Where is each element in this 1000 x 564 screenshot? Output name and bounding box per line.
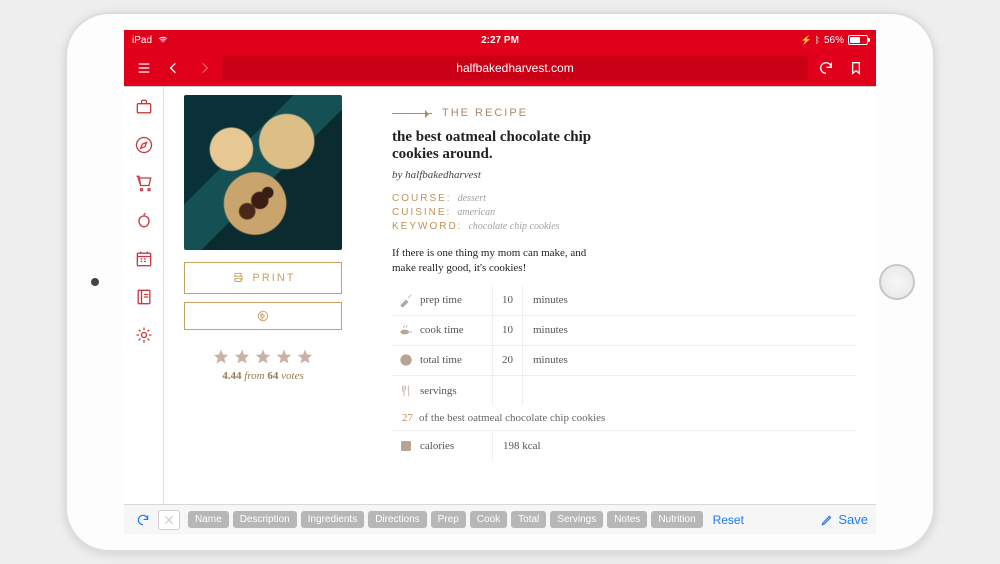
time-table: prep time 10 minutes cook time 10 minute… — [392, 286, 856, 406]
device-label: iPad — [132, 35, 152, 46]
wifi-icon — [157, 35, 169, 45]
sidebar — [124, 87, 164, 504]
pinterest-button[interactable] — [184, 302, 342, 330]
reload-button[interactable] — [814, 56, 838, 80]
back-button[interactable] — [162, 56, 186, 80]
print-button[interactable]: PRINT — [184, 262, 342, 294]
content-area: PRINT 4.44 from 64 — [124, 86, 876, 504]
pinterest-icon — [256, 309, 270, 323]
bluetooth-icon: ⚡ ᛒ — [801, 35, 820, 46]
row-prep: prep time 10 minutes — [392, 286, 856, 316]
star-icon — [275, 348, 293, 366]
pencil-icon — [820, 513, 834, 527]
rating-text: 4.44 from 64 votes — [184, 370, 342, 382]
recipe-title: the best oatmeal chocolate chip cookies … — [392, 129, 602, 163]
arrow-icon — [392, 113, 432, 114]
meta-keyword: KEYWORD:chocolate chip cookies — [392, 221, 856, 232]
menu-button[interactable] — [132, 56, 156, 80]
section-label: THE RECIPE — [442, 107, 528, 119]
home-button[interactable] — [879, 264, 915, 300]
recipe-right-column: THE RECIPE the best oatmeal chocolate ch… — [392, 95, 856, 504]
chip-cook[interactable]: Cook — [470, 511, 507, 528]
forward-button[interactable] — [192, 56, 216, 80]
meta-course: COURSE:dessert — [392, 193, 856, 204]
gear-icon[interactable] — [134, 325, 154, 345]
print-label: PRINT — [253, 272, 296, 284]
recipe-byline: by halfbakedharvest — [392, 169, 856, 181]
cart-icon[interactable] — [134, 173, 154, 193]
briefcase-icon[interactable] — [134, 97, 154, 117]
chip-notes[interactable]: Notes — [607, 511, 647, 528]
section-heading: THE RECIPE — [392, 107, 856, 119]
printer-icon — [231, 271, 245, 285]
status-bar: iPad 2:27 PM ⚡ ᛒ 56% — [124, 30, 876, 50]
screen: iPad 2:27 PM ⚡ ᛒ 56% halfbakedharvest.co… — [124, 30, 876, 534]
save-button[interactable]: Save — [820, 512, 868, 527]
pan-icon — [398, 322, 414, 338]
chip-servings[interactable]: Servings — [550, 511, 603, 528]
knife-icon — [398, 292, 414, 308]
row-total: total time 20 minutes — [392, 346, 856, 376]
star-icon — [296, 348, 314, 366]
plus-box-icon — [398, 438, 414, 454]
star-icon — [212, 348, 230, 366]
cutlery-icon — [398, 383, 414, 399]
url-text: halfbakedharvest.com — [456, 61, 573, 75]
recipe-image — [184, 95, 342, 250]
chip-nutrition[interactable]: Nutrition — [651, 511, 702, 528]
recipe-description: If there is one thing my mom can make, a… — [392, 246, 602, 276]
recipe-left-column: PRINT 4.44 from 64 — [184, 95, 342, 504]
crop-button[interactable] — [158, 510, 180, 530]
chip-name[interactable]: Name — [188, 511, 229, 528]
chip-directions[interactable]: Directions — [368, 511, 426, 528]
star-icon — [233, 348, 251, 366]
chip-ingredients[interactable]: Ingredients — [301, 511, 364, 528]
field-toolbar: Name Description Ingredients Directions … — [124, 504, 876, 534]
refresh-button[interactable] — [132, 513, 154, 527]
notebook-icon[interactable] — [134, 287, 154, 307]
star-icon — [254, 348, 272, 366]
battery-icon — [848, 35, 868, 45]
recipe-page: PRINT 4.44 from 64 — [164, 87, 876, 504]
browser-toolbar: halfbakedharvest.com — [124, 50, 876, 86]
ipad-frame: iPad 2:27 PM ⚡ ᛒ 56% halfbakedharvest.co… — [65, 12, 935, 552]
row-servings: servings — [392, 376, 856, 406]
row-cook: cook time 10 minutes — [392, 316, 856, 346]
apple-icon[interactable] — [134, 211, 154, 231]
meta-cuisine: CUISINE:american — [392, 207, 856, 218]
front-camera — [91, 278, 99, 286]
reset-button[interactable]: Reset — [713, 513, 744, 527]
clock-icon — [398, 352, 414, 368]
battery-pct: 56% — [824, 35, 844, 46]
clock: 2:27 PM — [481, 35, 519, 46]
compass-icon[interactable] — [134, 135, 154, 155]
chip-description[interactable]: Description — [233, 511, 297, 528]
chip-prep[interactable]: Prep — [431, 511, 466, 528]
calendar-icon[interactable] — [134, 249, 154, 269]
servings-detail: 27of the best oatmeal chocolate chip coo… — [392, 406, 856, 431]
bookmark-button[interactable] — [844, 56, 868, 80]
url-bar[interactable]: halfbakedharvest.com — [222, 56, 808, 80]
save-label: Save — [838, 512, 868, 527]
rating-stars[interactable] — [184, 348, 342, 366]
chip-total[interactable]: Total — [511, 511, 546, 528]
row-calories: calories 198 kcal — [392, 431, 856, 461]
